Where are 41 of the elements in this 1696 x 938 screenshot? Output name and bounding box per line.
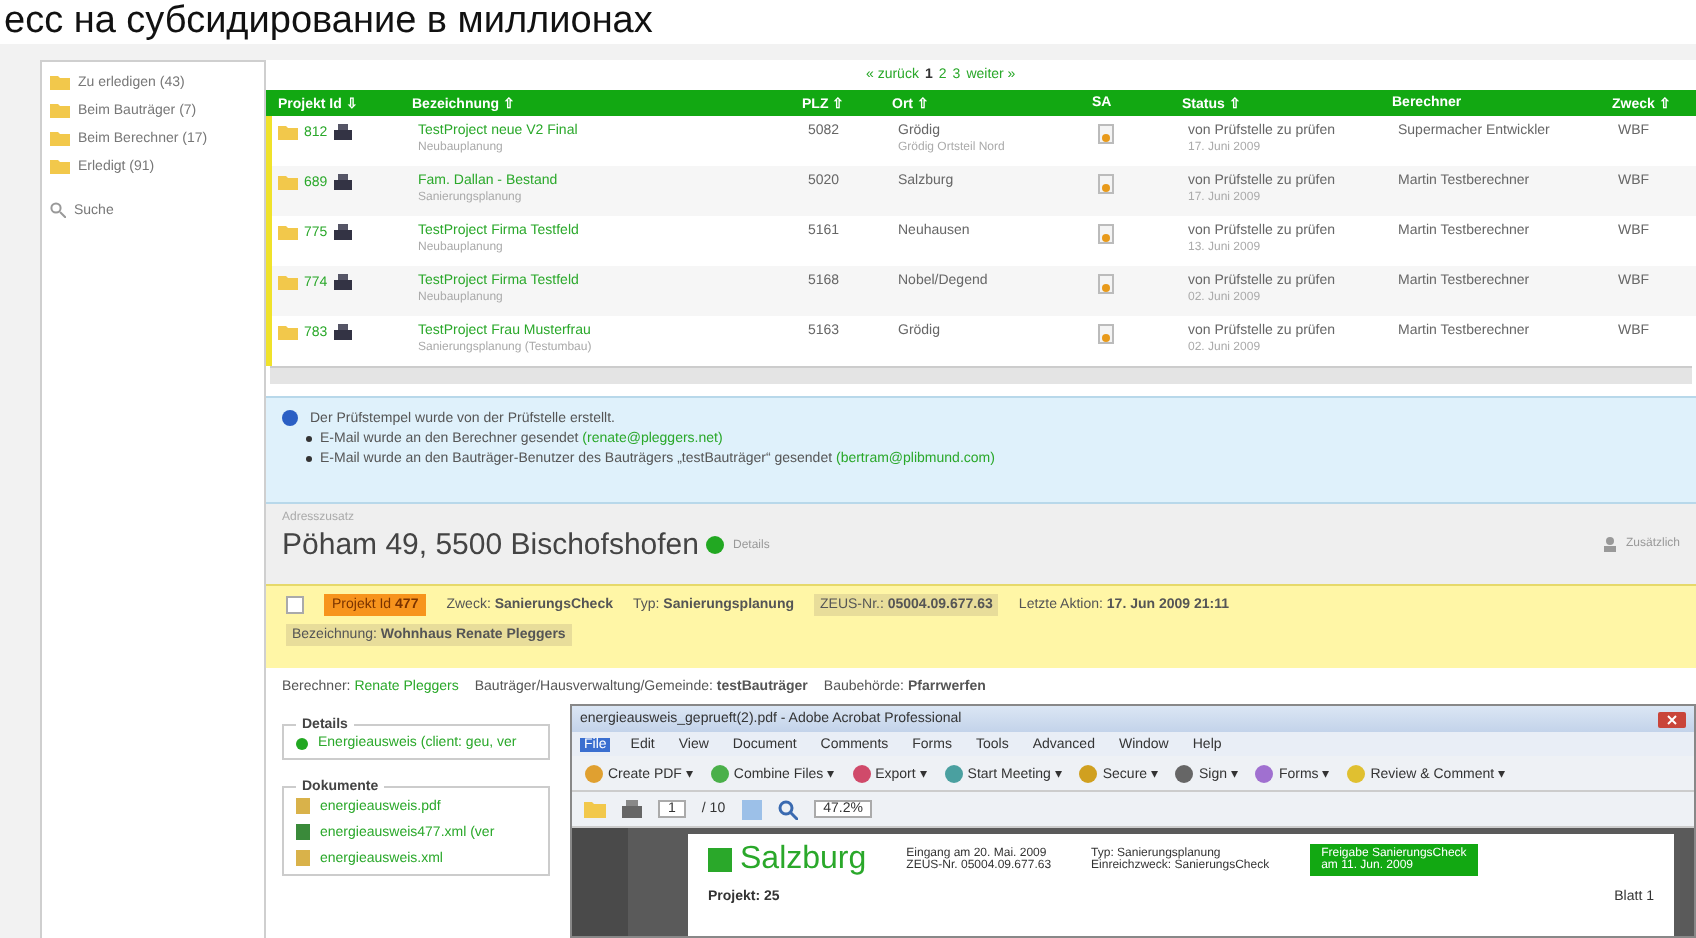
folder-icon [278,224,298,240]
document-icon [1098,324,1114,344]
scrollbar[interactable] [270,366,1692,384]
logo-text: Salzburg [740,842,867,878]
tool-icon [851,763,872,783]
person-icon [1601,536,1618,552]
tool-icon [1254,763,1275,783]
status-dot-icon [296,737,308,749]
printer-icon [333,324,352,340]
navigation-pane [572,828,628,936]
close-icon[interactable] [1658,711,1686,727]
printer-icon [333,224,352,240]
status-dot-icon [282,410,298,426]
status-dot-icon [706,536,725,554]
folder-icon [278,274,298,290]
printer-icon [333,124,352,140]
folder-icon [278,124,298,140]
document-icon [1098,274,1114,294]
tool-icon [943,763,964,783]
tool-icon [1078,763,1099,783]
printer-icon [333,274,352,290]
folder-icon [278,324,298,340]
caption-text: есс на субсидирование в миллионах [0,0,1696,44]
zoom-icon[interactable] [777,799,798,819]
tool-icon [584,763,604,783]
printer-icon [333,174,352,190]
tool-icon [1346,763,1367,783]
document-icon [1098,224,1114,244]
document-icon [1098,124,1114,144]
tool-icon [1174,763,1195,783]
logo-icon [708,848,732,872]
tool-icon [709,763,730,783]
document-icon [1098,174,1114,194]
printer-icon[interactable] [622,800,642,818]
bullet-icon [306,436,312,442]
bullet-icon [306,456,312,462]
address-text: Pöham 49, 5500 Bischofshofen [282,528,699,562]
folder-icon [278,174,298,190]
folder-icon[interactable] [584,800,606,818]
search-icon [50,202,66,218]
checkbox[interactable] [286,596,304,614]
